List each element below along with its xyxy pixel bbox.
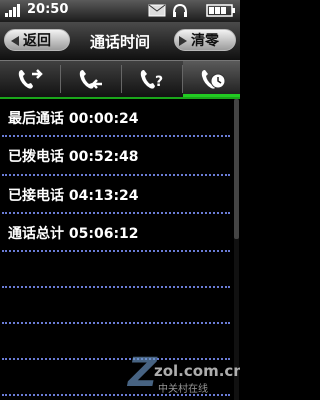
row-value: 04:13:24 (68, 188, 139, 204)
row-value: 00:52:48 (68, 149, 139, 165)
row-divider (2, 286, 230, 288)
row-divider (2, 322, 230, 324)
scrollbar-thumb[interactable] (234, 99, 239, 239)
clear-button[interactable]: 清零 (174, 29, 236, 51)
status-time: 20:50 (27, 2, 69, 17)
battery-icon (206, 4, 235, 17)
list-item-last-call: 最后通话 00:00:24 (0, 99, 232, 135)
back-button-label: 返回 (23, 33, 51, 49)
page-title: 通话时间 (89, 33, 150, 51)
watermark-subtext: 中关村在线 (158, 384, 208, 395)
row-label: 已接电话 (8, 188, 64, 204)
tab-outgoing[interactable] (0, 61, 60, 97)
watermark-text: zol.com.cn (154, 362, 240, 380)
title-bar: 返回 通话时间 清零 (0, 22, 240, 61)
headset-icon (173, 3, 187, 17)
call-timer-icon (201, 70, 226, 89)
back-arrow-icon (11, 36, 19, 46)
list-item-dialed: 已拨电话 00:52:48 (0, 137, 232, 173)
watermark: Z zol.com.cn 中关村在线 (128, 350, 240, 396)
back-button[interactable]: 返回 (4, 29, 70, 51)
status-bar: 20:50 (0, 0, 240, 22)
svg-text:?: ? (155, 74, 163, 90)
row-value: 05:06:12 (68, 226, 139, 242)
tab-missed[interactable]: ? (122, 61, 182, 97)
tab-call-timer[interactable] (183, 61, 240, 97)
phone-screen: 20:50 返回 通话时间 清零 ? 最后通话 00:00:24 已拨电话 00… (0, 0, 240, 400)
signal-icon (5, 4, 20, 17)
watermark-logo-icon: Z (128, 350, 158, 396)
row-label: 最后通话 (8, 111, 64, 127)
incoming-call-icon (79, 70, 102, 89)
list-item-total: 通话总计 05:06:12 (0, 214, 232, 250)
row-value: 00:00:24 (68, 111, 139, 127)
forward-arrow-icon (179, 36, 187, 46)
outgoing-call-icon (18, 69, 43, 89)
call-log-tabs: ? (0, 61, 240, 97)
tab-incoming[interactable] (61, 61, 121, 97)
row-label: 通话总计 (8, 226, 64, 242)
row-divider (2, 250, 230, 252)
list-item-received: 已接电话 04:13:24 (0, 176, 232, 212)
row-label: 已拨电话 (8, 149, 64, 165)
clear-button-label: 清零 (191, 33, 219, 49)
message-icon (148, 4, 166, 17)
missed-call-icon: ? (140, 70, 163, 90)
